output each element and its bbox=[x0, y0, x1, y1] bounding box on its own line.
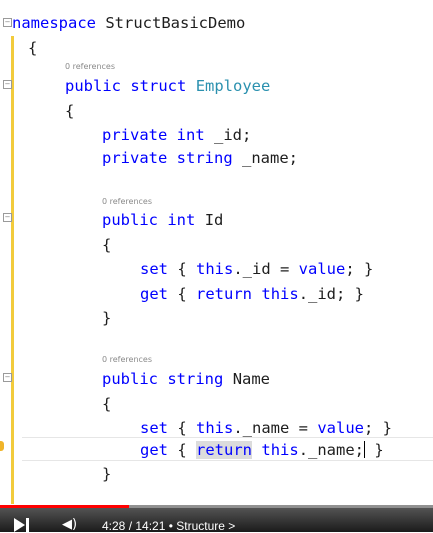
code-editor[interactable]: − − − − namespace StructBasicDemo { 0 re… bbox=[0, 0, 433, 505]
code-line-prop-name[interactable]: public string Name bbox=[102, 369, 270, 389]
code-line-namespace[interactable]: namespace StructBasicDemo bbox=[12, 13, 245, 33]
code-line-setter-id[interactable]: set { this._id = value; } bbox=[140, 259, 373, 279]
code-line-struct[interactable]: public struct Employee bbox=[65, 76, 270, 96]
code-lens-references[interactable]: 0 references bbox=[65, 62, 115, 72]
fold-toggle-name-icon[interactable]: − bbox=[3, 373, 12, 382]
video-player-controls: ◀) 4:28 / 14:21 • Structure > bbox=[0, 505, 433, 532]
code-lens-references[interactable]: 0 references bbox=[102, 355, 152, 365]
code-line-brace[interactable]: { bbox=[102, 235, 111, 255]
fold-toggle-id-icon[interactable]: − bbox=[3, 213, 12, 222]
progress-bar[interactable] bbox=[0, 505, 433, 508]
code-line-brace[interactable]: { bbox=[65, 101, 74, 121]
play-icon[interactable] bbox=[14, 518, 25, 532]
code-line-field-name[interactable]: private string _name; bbox=[102, 148, 298, 168]
code-line-getter-id[interactable]: get { return this._id; } bbox=[140, 284, 364, 304]
chapter-title[interactable]: Structure bbox=[176, 519, 225, 533]
code-line-setter-name[interactable]: set { this._name = value; } bbox=[140, 418, 392, 438]
code-line-brace[interactable]: { bbox=[102, 394, 111, 414]
fold-toggle-namespace-icon[interactable]: − bbox=[3, 18, 12, 27]
code-line-brace[interactable]: } bbox=[102, 308, 111, 328]
next-icon[interactable] bbox=[26, 518, 29, 532]
code-line-field-id[interactable]: private int _id; bbox=[102, 125, 251, 145]
code-line-brace[interactable]: } bbox=[102, 464, 111, 484]
time-display: 4:28 / 14:21 • Structure > bbox=[102, 519, 236, 533]
chapter-chevron-icon[interactable]: > bbox=[228, 519, 235, 533]
progress-fill bbox=[0, 505, 130, 508]
volume-icon[interactable]: ◀) bbox=[62, 518, 80, 531]
lightbulb-icon[interactable] bbox=[0, 441, 4, 451]
code-line-brace[interactable]: { bbox=[28, 38, 37, 58]
fold-toggle-struct-icon[interactable]: − bbox=[3, 80, 12, 89]
code-line-prop-id[interactable]: public int Id bbox=[102, 210, 223, 230]
change-tracking-bar bbox=[11, 36, 14, 504]
code-lens-references[interactable]: 0 references bbox=[102, 197, 152, 207]
code-line-getter-name[interactable]: get { return this._name; } bbox=[140, 440, 384, 460]
